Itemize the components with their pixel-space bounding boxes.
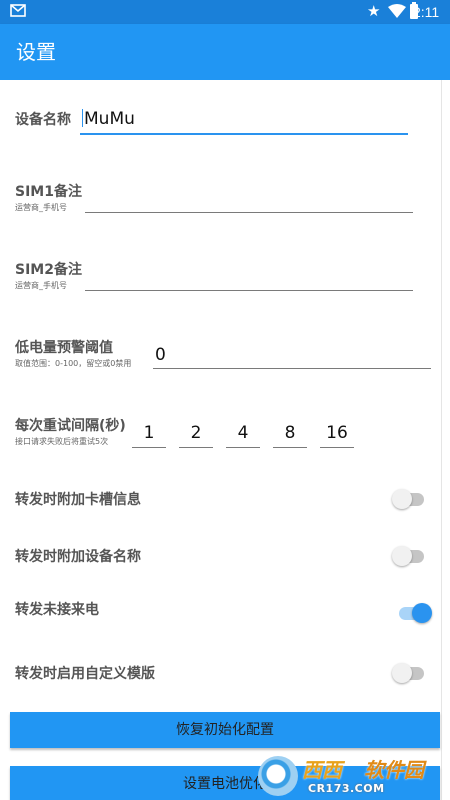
- switch-thumb: [412, 603, 432, 623]
- toggle-custom-template-switch[interactable]: [392, 663, 428, 685]
- switch-thumb: [392, 663, 412, 683]
- retry-interval-label: 每次重试间隔(秒): [15, 418, 126, 434]
- retry-interval-1-input[interactable]: 1: [132, 418, 166, 448]
- sim2-hint: 运营商_手机号: [15, 281, 67, 290]
- status-time: 2:11: [413, 4, 440, 20]
- low-battery-input[interactable]: 0: [153, 344, 431, 369]
- toggle-slot-info-label: 转发时附加卡槽信息: [15, 492, 141, 508]
- star-icon: ★: [367, 2, 381, 20]
- retry-interval-2-input[interactable]: 2: [179, 418, 213, 448]
- text-caret: [82, 109, 83, 127]
- reset-config-button[interactable]: 恢复初始化配置: [10, 712, 440, 748]
- retry-interval-3-input[interactable]: 4: [226, 418, 260, 448]
- divider: [441, 80, 442, 800]
- toggle-device-name-switch[interactable]: [392, 546, 428, 568]
- status-bar: ★ 2:11: [0, 0, 450, 24]
- retry-interval-hint: 接口请求失败后将重试5次: [15, 437, 109, 446]
- device-name-label: 设备名称: [15, 112, 71, 128]
- page-title: 设置: [16, 40, 56, 64]
- toggle-slot-info-switch[interactable]: [392, 489, 428, 511]
- watermark-url: CR173.COM: [308, 782, 385, 795]
- retry-interval-4-input[interactable]: 8: [273, 418, 307, 448]
- device-name-value: MuMu: [84, 109, 135, 129]
- switch-thumb: [392, 489, 412, 509]
- watermark-brand-2: 软件园: [364, 758, 424, 782]
- toggle-missed-call-switch[interactable]: [397, 603, 433, 625]
- switch-thumb: [392, 546, 412, 566]
- low-battery-label: 低电量预警阈值: [15, 340, 113, 356]
- toggle-custom-template-label: 转发时启用自定义模版: [15, 666, 155, 682]
- sim1-hint: 运营商_手机号: [15, 203, 67, 212]
- watermark: 西西 软件园 CR173.COM: [258, 754, 448, 798]
- device-name-input[interactable]: MuMu: [80, 108, 408, 135]
- mail-icon: [10, 4, 26, 17]
- low-battery-hint: 取值范围：0-100，留空或0禁用: [15, 359, 132, 368]
- toggle-device-name-label: 转发时附加设备名称: [15, 549, 141, 565]
- sim2-input[interactable]: [85, 268, 413, 291]
- wifi-icon: [388, 4, 406, 18]
- watermark-brand-1: 西西: [302, 758, 342, 782]
- retry-interval-5-input[interactable]: 16: [320, 418, 354, 448]
- watermark-logo-icon: [258, 756, 298, 796]
- sim1-input[interactable]: [85, 190, 413, 213]
- sim1-label: SIM1备注: [15, 184, 82, 200]
- toggle-missed-call-label: 转发未接来电: [15, 602, 99, 618]
- sim2-label: SIM2备注: [15, 262, 82, 278]
- app-bar: 设置: [0, 24, 450, 80]
